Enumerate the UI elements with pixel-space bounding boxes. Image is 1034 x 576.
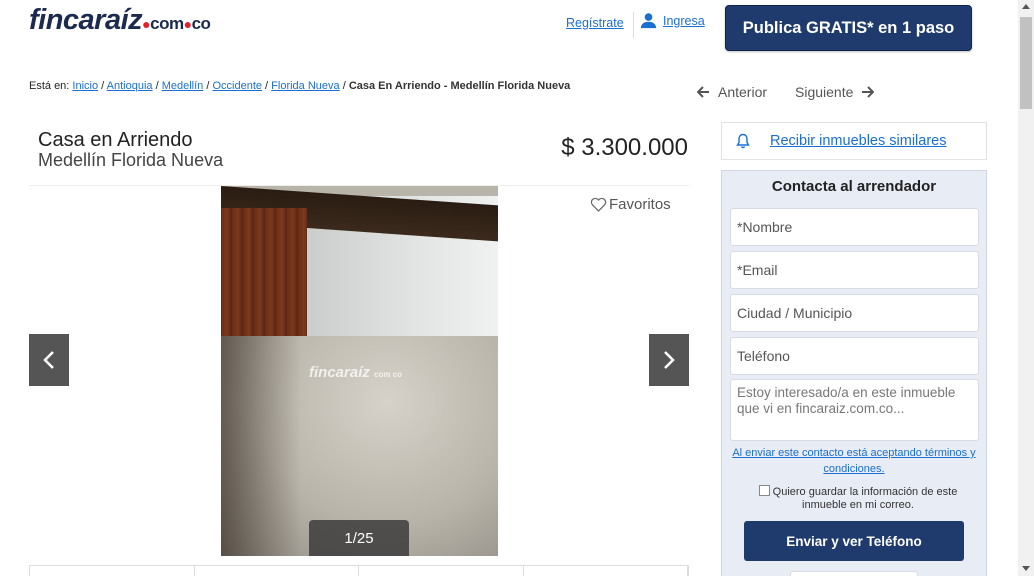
scroll-down-arrow-icon[interactable] [1022,566,1030,571]
site-logo[interactable]: fincaraíz●com●co [29,4,211,37]
breadcrumb-item-occidente[interactable]: Occidente [212,80,262,92]
listing-title: Casa en Arriendo [38,129,193,151]
breadcrumb-item-inicio[interactable]: Inicio [72,80,98,92]
listing-photo[interactable]: fincaraíz com co [221,186,498,556]
previous-label: Anterior [718,84,768,100]
feature-cell [359,566,524,576]
breadcrumb-item-antioquia[interactable]: Antioquia [107,80,153,92]
site-header: fincaraíz●com●co Regístrate Ingresa Publ… [0,0,1018,60]
gallery-prev-button[interactable] [29,334,69,386]
similar-alert-label: Recibir inmuebles similares [770,133,947,149]
terms-link[interactable]: Al enviar este contacto está aceptando t… [722,445,986,477]
register-link[interactable]: Regístrate [566,16,624,30]
heart-icon [590,197,607,212]
logo-suffix: com [150,14,184,33]
arrow-right-icon [862,86,875,98]
save-info-row[interactable]: Quiero guardar la información de este in… [748,485,968,512]
listing-location: Medellín Florida Nueva [38,150,224,170]
photo-gallery: fincaraíz com co 1/25 Favoritos [29,186,689,556]
next-listing-link[interactable]: Siguiente [795,84,875,100]
login-label: Ingresa [663,13,705,28]
message-field[interactable]: Estoy interesado/a en este inmueble que … [730,379,979,441]
favorites-button[interactable]: Favoritos [590,196,671,213]
page-scrollbar[interactable] [1018,0,1034,576]
next-label: Siguiente [795,84,854,100]
feature-cell [195,566,359,576]
similar-alert-button[interactable]: Recibir inmuebles similares [721,122,987,160]
listing-feature-strip [29,565,689,576]
feature-cell [524,566,688,576]
breadcrumb-item-medellin[interactable]: Medellín [162,80,204,92]
city-field[interactable]: Ciudad / Municipio [730,294,979,332]
breadcrumb-current: Casa En Arriendo - Medellín Florida Nuev… [348,80,571,92]
watermark-suffix: com co [374,370,403,379]
send-contact-button[interactable]: Enviar y ver Teléfono [744,521,964,561]
breadcrumb-item-florida-nueva[interactable]: Florida Nueva [271,80,339,92]
previous-listing-link[interactable]: Anterior [697,84,767,100]
contact-heading: Contacta al arrendador [771,178,937,195]
logo-wordmark: fincaraíz [29,4,143,36]
name-field[interactable]: *Nombre [730,208,979,246]
scrollbar-thumb[interactable] [1020,17,1032,109]
email-field[interactable]: *Email [730,251,979,289]
listing-price: $ 3.300.000 [561,134,688,161]
photo-counter: 1/25 [309,520,409,556]
logo-dot: ● [142,16,151,32]
photo-watermark: fincaraíz com co [309,364,402,381]
secondary-button-partial[interactable] [790,571,918,576]
favorites-label: Favoritos [609,196,671,213]
save-info-label: Quiero guardar la información de este in… [772,486,958,511]
contact-form: Contacta al arrendador *Nombre *Email Ci… [721,170,987,576]
logo-suffix-2: co [191,14,211,33]
user-icon [640,13,657,29]
photo-shadow [221,336,301,556]
watermark-text: fincaraíz [309,364,370,381]
arrow-left-icon [697,86,709,98]
breadcrumb: Está en: Inicio / Antioquia / Medellín /… [29,80,571,92]
header-divider [633,12,634,38]
save-info-checkbox[interactable] [758,485,770,496]
breadcrumb-prefix: Está en: [29,80,70,92]
publish-free-button[interactable]: Publica GRATIS* en 1 paso [725,5,972,51]
scroll-up-arrow-icon[interactable] [1022,4,1030,9]
feature-cell [30,566,195,576]
photo-curtain [221,208,307,344]
bell-icon [736,133,750,149]
chevron-left-icon [43,351,54,369]
chevron-right-icon [664,351,675,369]
phone-field[interactable]: Teléfono [730,337,979,375]
gallery-next-button[interactable] [649,334,689,386]
logo-dot-2: ● [183,16,192,32]
login-link[interactable]: Ingresa [640,12,705,29]
